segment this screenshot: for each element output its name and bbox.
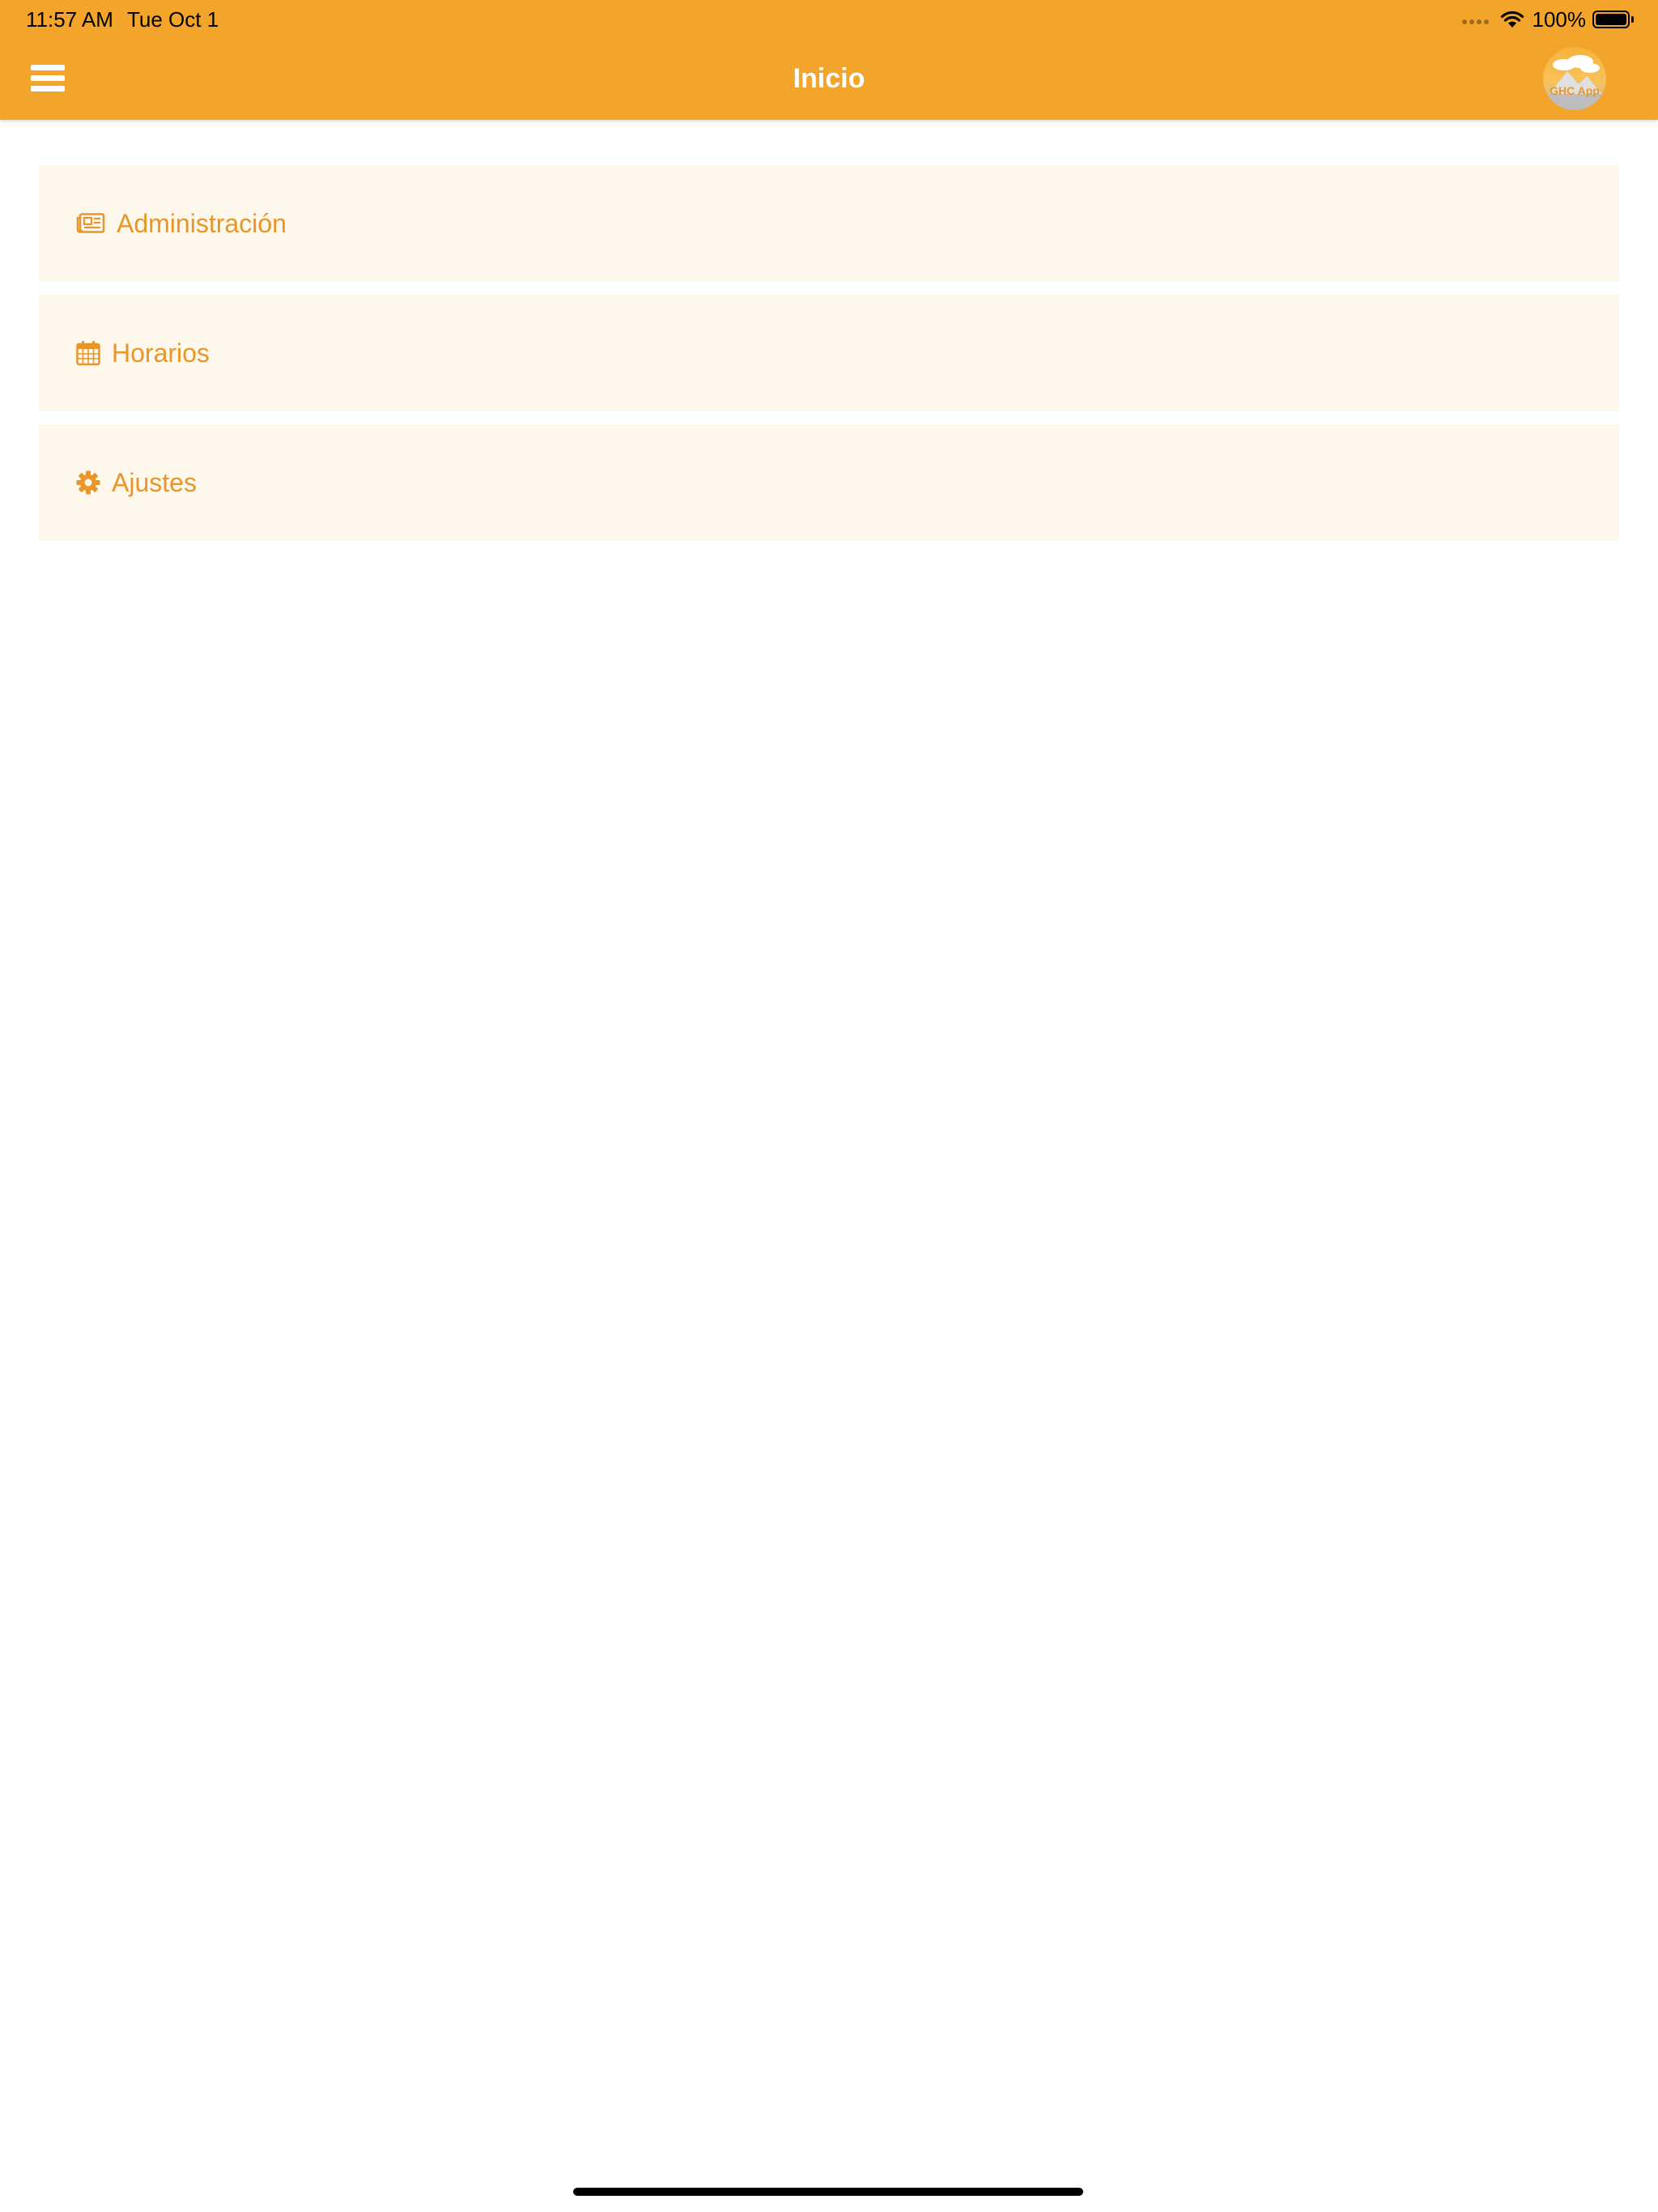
calendar-icon xyxy=(76,340,100,366)
battery-percent: 100% xyxy=(1532,6,1587,32)
page-title: Inicio xyxy=(793,63,865,94)
menu-list: Administración Horarios Ajustes xyxy=(39,165,1619,554)
status-indicators: 100% xyxy=(1461,6,1634,32)
menu-item-label: Horarios xyxy=(112,338,210,368)
signal-dots-icon xyxy=(1461,19,1489,24)
home-indicator[interactable] xyxy=(573,2188,1083,2196)
status-time: 11:57 AM xyxy=(26,7,113,32)
gear-icon xyxy=(76,470,100,495)
top-bar: 11:57 AM Tue Oct 1 100% Inicio GHC App xyxy=(0,0,1658,120)
logo-text: GHC App xyxy=(1550,84,1600,97)
menu-item-ajustes[interactable]: Ajustes xyxy=(39,424,1619,541)
menu-item-label: Administración xyxy=(117,209,287,238)
wifi-icon xyxy=(1500,11,1524,28)
status-date: Tue Oct 1 xyxy=(127,7,219,32)
logo-graphic xyxy=(1543,47,1606,110)
home-screen: 11:57 AM Tue Oct 1 100% Inicio GHC App A… xyxy=(0,0,1658,2212)
battery-tip xyxy=(1631,16,1634,23)
battery-icon xyxy=(1592,11,1630,28)
battery-fill xyxy=(1596,14,1626,25)
menu-item-horarios[interactable]: Horarios xyxy=(39,295,1619,411)
menu-item-administracion[interactable]: Administración xyxy=(39,165,1619,282)
app-logo[interactable]: GHC App xyxy=(1543,47,1606,110)
menu-item-label: Ajustes xyxy=(112,468,197,497)
newspaper-icon xyxy=(76,213,105,234)
